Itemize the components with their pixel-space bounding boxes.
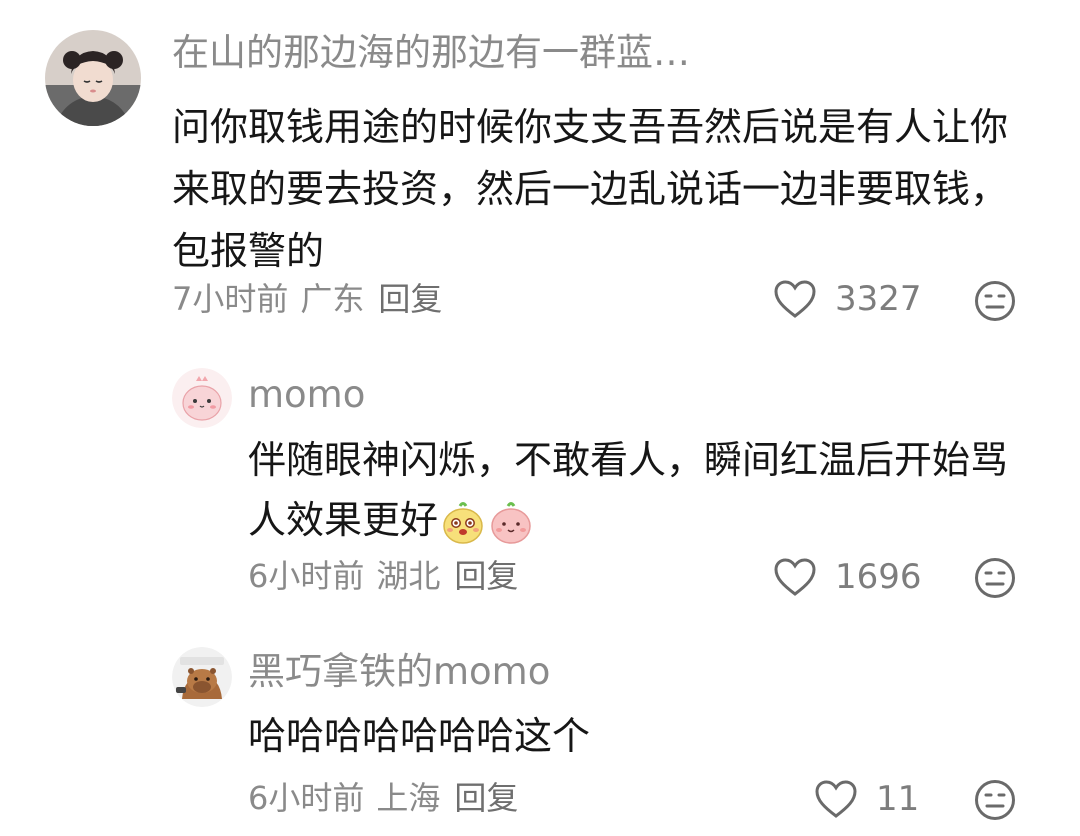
comment-meta: 6小时前 湖北 回复 bbox=[248, 554, 518, 598]
like-button[interactable]: 1696 bbox=[773, 554, 922, 600]
user-avatar[interactable] bbox=[45, 30, 141, 126]
like-count: 3327 bbox=[835, 279, 922, 319]
capybara-avatar-icon bbox=[172, 647, 232, 707]
like-count: 1696 bbox=[835, 557, 922, 597]
comment-text: 哈哈哈哈哈哈哈这个 bbox=[248, 714, 591, 758]
comment-meta: 6小时前 上海 回复 bbox=[248, 776, 518, 820]
user-avatar[interactable] bbox=[172, 647, 232, 707]
dislike-button[interactable] bbox=[974, 280, 1016, 322]
heart-icon bbox=[774, 280, 816, 318]
comment-username[interactable]: momo bbox=[248, 370, 748, 420]
comment-time: 6小时前 bbox=[248, 557, 365, 595]
pink-bean-emoji-icon bbox=[491, 501, 531, 544]
yellow-bean-emoji-icon bbox=[443, 501, 483, 544]
comment-region: 广东 bbox=[300, 280, 365, 318]
reply-item: 黑巧拿铁的momo 哈哈哈哈哈哈哈这个 6小时前 上海 回复 11 bbox=[0, 620, 1080, 836]
meh-face-icon bbox=[975, 780, 1015, 820]
reply-button[interactable]: 回复 bbox=[454, 779, 518, 817]
girl-photo-avatar-icon bbox=[45, 30, 141, 126]
comment-username[interactable]: 在山的那边海的那边有一群蓝… bbox=[172, 28, 772, 78]
comment-meta: 7小时前 广东 回复 bbox=[172, 277, 442, 321]
meh-face-icon bbox=[975, 281, 1015, 321]
heart-icon bbox=[815, 780, 857, 818]
dislike-button[interactable] bbox=[974, 779, 1016, 821]
reply-item: momo 伴随眼神闪烁，不敢看人，瞬间红温后开始骂人效果更好 6小时前 湖北 回… bbox=[0, 340, 1080, 620]
pink-dino-avatar-icon bbox=[172, 368, 232, 428]
like-button[interactable]: 3327 bbox=[773, 276, 922, 322]
dislike-button[interactable] bbox=[974, 557, 1016, 599]
comment-text: 伴随眼神闪烁，不敢看人，瞬间红温后开始骂人效果更好 bbox=[248, 430, 1028, 550]
meh-face-icon bbox=[975, 558, 1015, 598]
comment-time: 7小时前 bbox=[172, 280, 289, 318]
user-avatar[interactable] bbox=[172, 368, 232, 428]
heart-icon bbox=[774, 558, 816, 596]
comment-region: 上海 bbox=[376, 779, 441, 817]
comment-item: 在山的那边海的那边有一群蓝… 问你取钱用途的时候你支支吾吾然后说是有人让你来取的… bbox=[0, 0, 1080, 340]
like-count: 11 bbox=[876, 779, 920, 819]
comment-text: 问你取钱用途的时候你支支吾吾然后说是有人让你来取的要去投资，然后一边乱说话一边非… bbox=[172, 105, 1009, 273]
comment-text-body: 伴随眼神闪烁，不敢看人，瞬间红温后开始骂人效果更好 bbox=[248, 438, 1009, 542]
comment-time: 6小时前 bbox=[248, 779, 365, 817]
reply-button[interactable]: 回复 bbox=[454, 557, 518, 595]
reply-button[interactable]: 回复 bbox=[378, 280, 442, 318]
like-button[interactable]: 11 bbox=[814, 776, 919, 822]
comment-region: 湖北 bbox=[376, 557, 441, 595]
comment-username[interactable]: 黑巧拿铁的momo bbox=[248, 647, 748, 697]
